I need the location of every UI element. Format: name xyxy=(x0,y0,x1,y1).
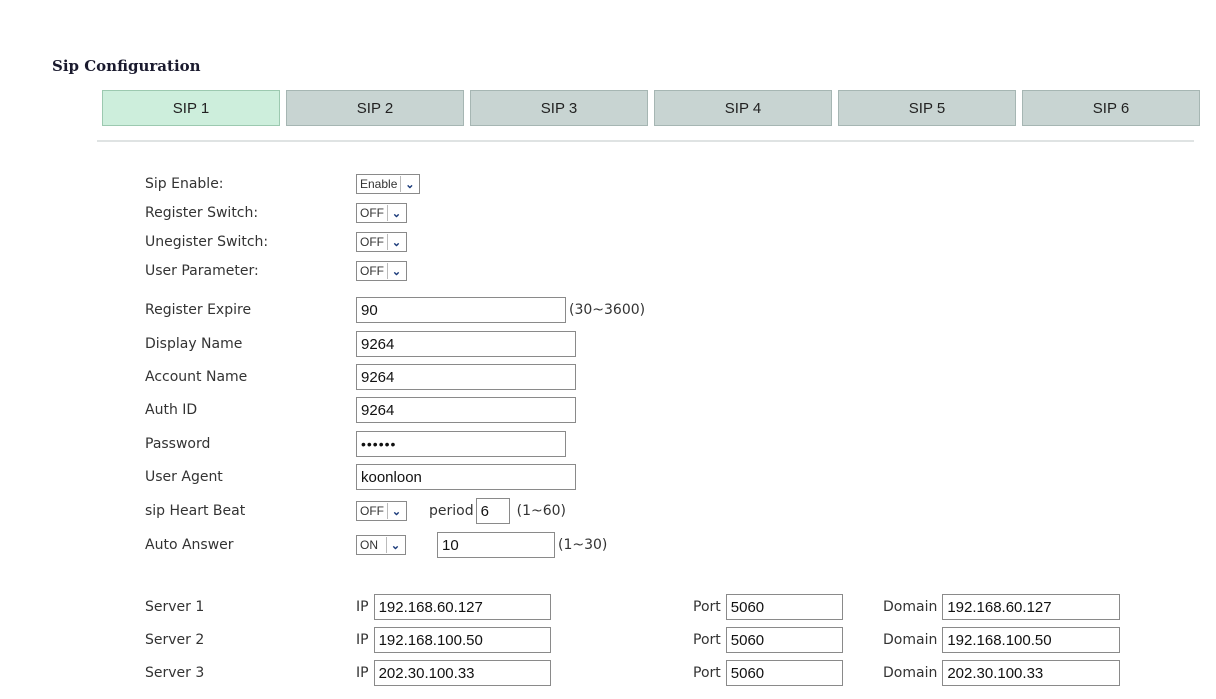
tab-sip-3[interactable]: SIP 3 xyxy=(470,90,648,126)
display-name-label: Display Name xyxy=(145,336,243,352)
period-input[interactable]: 6 xyxy=(475,498,510,524)
sip-heart-beat-label: sip Heart Beat xyxy=(145,503,246,519)
sip-enable-value: Enable xyxy=(360,177,398,191)
tab-sip-6[interactable]: SIP 6 xyxy=(1022,90,1200,126)
auto-answer-input[interactable]: 10 xyxy=(437,532,555,558)
sip-heart-beat-value: OFF xyxy=(360,504,384,518)
chevron-down-icon: ⌄ xyxy=(387,263,405,279)
server-label: Server 1 xyxy=(145,599,205,615)
auto-answer-value: ON xyxy=(360,538,378,552)
auto-answer-select[interactable]: ON ⌄ xyxy=(356,535,406,555)
ip-label: IP xyxy=(356,599,369,615)
register-expire-input[interactable]: 90 xyxy=(356,297,566,323)
domain-label: Domain xyxy=(883,665,938,681)
display-name-input[interactable]: 9264 xyxy=(356,331,576,357)
user-agent-label: User Agent xyxy=(145,469,223,485)
server-port-input[interactable]: 5060 xyxy=(725,594,843,620)
server-label: Server 2 xyxy=(145,632,205,648)
port-label: Port xyxy=(693,599,721,615)
server-ip-input[interactable]: 192.168.100.50 xyxy=(373,627,551,653)
chevron-down-icon: ⌄ xyxy=(386,537,404,553)
server-domain-input[interactable]: 192.168.100.50 xyxy=(942,627,1121,653)
sip-tabs: SIP 1 SIP 2 SIP 3 SIP 4 SIP 5 SIP 6 xyxy=(102,90,1200,126)
user-parameter-select[interactable]: OFF ⌄ xyxy=(356,261,407,281)
register-expire-hint: (30~3600) xyxy=(569,302,646,318)
period-label: period xyxy=(429,503,474,519)
auth-id-input[interactable]: 9264 xyxy=(356,397,576,423)
tab-sip-5[interactable]: SIP 5 xyxy=(838,90,1016,126)
ip-label: IP xyxy=(356,632,369,648)
register-switch-label: Register Switch: xyxy=(145,205,259,221)
tabs-divider xyxy=(97,140,1194,142)
auto-answer-hint: (1~30) xyxy=(558,537,608,553)
register-expire-label: Register Expire xyxy=(145,302,252,318)
auto-answer-label: Auto Answer xyxy=(145,537,234,553)
tab-sip-2[interactable]: SIP 2 xyxy=(286,90,464,126)
sip-enable-select[interactable]: Enable ⌄ xyxy=(356,174,421,194)
sip-heart-beat-select[interactable]: OFF ⌄ xyxy=(356,501,407,521)
server-port-input[interactable]: 5060 xyxy=(725,627,843,653)
chevron-down-icon: ⌄ xyxy=(387,234,405,250)
chevron-down-icon: ⌄ xyxy=(400,176,418,192)
tab-sip-4[interactable]: SIP 4 xyxy=(654,90,832,126)
server-port-input[interactable]: 5060 xyxy=(725,660,843,686)
server-ip-input[interactable]: 192.168.60.127 xyxy=(373,594,551,620)
unregister-switch-value: OFF xyxy=(360,235,384,249)
user-agent-input[interactable]: koonloon xyxy=(356,464,576,490)
server-row: Server 2 IP 192.168.100.50 Port 5060 Dom… xyxy=(145,627,1145,655)
register-switch-select[interactable]: OFF ⌄ xyxy=(356,203,407,223)
register-switch-value: OFF xyxy=(360,206,384,220)
port-label: Port xyxy=(693,632,721,648)
server-row: Server 1 IP 192.168.60.127 Port 5060 Dom… xyxy=(145,594,1145,622)
server-ip-input[interactable]: 202.30.100.33 xyxy=(373,660,551,686)
password-input[interactable]: •••••• xyxy=(356,431,566,457)
port-label: Port xyxy=(693,665,721,681)
sip-enable-label: Sip Enable: xyxy=(145,176,224,192)
server-domain-input[interactable]: 202.30.100.33 xyxy=(942,660,1121,686)
server-row: Server 3 IP 202.30.100.33 Port 5060 Doma… xyxy=(145,660,1145,688)
user-parameter-label: User Parameter: xyxy=(145,263,259,279)
account-name-label: Account Name xyxy=(145,369,248,385)
account-name-input[interactable]: 9264 xyxy=(356,364,576,390)
server-label: Server 3 xyxy=(145,665,205,681)
domain-label: Domain xyxy=(883,632,938,648)
period-hint: (1~60) xyxy=(516,503,566,519)
chevron-down-icon: ⌄ xyxy=(387,205,405,221)
user-parameter-value: OFF xyxy=(360,264,384,278)
server-domain-input[interactable]: 192.168.60.127 xyxy=(942,594,1121,620)
section-title: Sip Configuration xyxy=(52,57,201,75)
domain-label: Domain xyxy=(883,599,938,615)
tab-sip-1[interactable]: SIP 1 xyxy=(102,90,280,126)
unregister-switch-label: Unegister Switch: xyxy=(145,234,269,250)
chevron-down-icon: ⌄ xyxy=(387,503,405,519)
ip-label: IP xyxy=(356,665,369,681)
password-label: Password xyxy=(145,436,211,452)
auth-id-label: Auth ID xyxy=(145,402,198,418)
unregister-switch-select[interactable]: OFF ⌄ xyxy=(356,232,407,252)
